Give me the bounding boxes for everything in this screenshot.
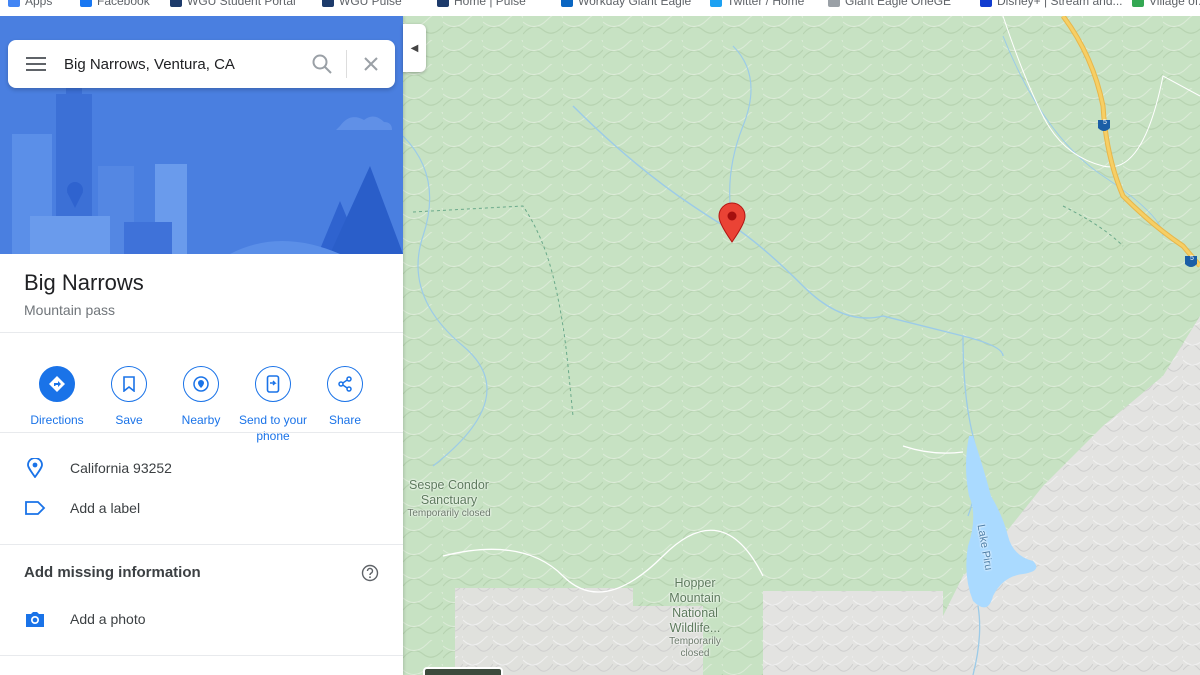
camera-icon (0, 610, 70, 628)
label-icon (0, 500, 70, 516)
bookmark-disney[interactable]: Disney+ | Stream and... (980, 0, 1123, 8)
highway-number: 5 (1190, 255, 1194, 262)
hamburger-icon (26, 57, 46, 71)
divider (0, 544, 403, 545)
map-terrain (403, 16, 1200, 675)
add-label-text: Add a label (70, 500, 141, 516)
phone-icon (255, 366, 291, 402)
share-icon (327, 366, 363, 402)
send-to-phone-button[interactable]: Send to your phone (237, 350, 309, 444)
collapse-panel-button[interactable]: ◀ (403, 24, 426, 72)
search-input[interactable]: Big Narrows, Ventura, CA (64, 56, 298, 73)
disney-icon (980, 0, 992, 7)
bookmarks-bar: Apps Facebook WGU Student Portal WGU Pul… (0, 0, 1200, 16)
help-button[interactable] (361, 564, 379, 587)
bookmark-wgu-pulse[interactable]: WGU Pulse (322, 0, 402, 8)
close-icon (364, 57, 378, 71)
place-title: Big Narrows (24, 270, 144, 295)
directions-button[interactable]: Directions (21, 350, 93, 444)
clear-search-button[interactable] (347, 40, 395, 88)
nearby-icon (183, 366, 219, 402)
bookmark-facebook[interactable]: Facebook (80, 0, 150, 8)
help-icon (361, 564, 379, 582)
globe-icon (1132, 0, 1144, 7)
wgu-icon (170, 0, 182, 7)
twitter-icon (710, 0, 722, 7)
add-photo-row[interactable]: Add a photo (0, 599, 403, 639)
bookmark-icon (111, 366, 147, 402)
bookmark-wgu-portal[interactable]: WGU Student Portal (170, 0, 296, 8)
wgu-icon (322, 0, 334, 7)
nearby-button[interactable]: Nearby (165, 350, 237, 444)
directions-icon (39, 366, 75, 402)
bookmark-village[interactable]: Village of... (1132, 0, 1200, 8)
search-icon (312, 54, 332, 74)
address-text: California 93252 (70, 460, 172, 476)
divider (0, 332, 403, 333)
menu-button[interactable] (8, 40, 64, 88)
search-button[interactable] (298, 40, 346, 88)
facebook-icon (80, 0, 92, 7)
bookmark-apps[interactable]: Apps (8, 0, 52, 8)
imagery-thumbnail[interactable] (423, 667, 503, 675)
map-label-hopper[interactable]: Hopper Mountain National Wildlife... Tem… (655, 576, 735, 660)
bookmark-twitter[interactable]: Twitter / Home (710, 0, 804, 8)
caret-left-icon: ◀ (410, 42, 419, 54)
apps-icon (8, 0, 20, 7)
add-label-row[interactable]: Add a label (0, 488, 403, 528)
page-icon (828, 0, 840, 7)
workday-icon (561, 0, 573, 7)
search-box[interactable]: Big Narrows, Ventura, CA (8, 40, 395, 88)
address-row[interactable]: California 93252 (0, 448, 403, 488)
map-label-sespe[interactable]: Sespe Condor Sanctuary Temporarily close… (403, 478, 499, 520)
highway-number: 5 (1103, 119, 1107, 126)
place-header: Big Narrows Mountain pass (24, 270, 144, 318)
map-canvas[interactable]: Sespe Condor Sanctuary Temporarily close… (403, 16, 1200, 675)
add-photo-text: Add a photo (70, 611, 146, 627)
save-button[interactable]: Save (93, 350, 165, 444)
divider (0, 655, 403, 656)
bookmark-workday[interactable]: Workday Giant Eagle (561, 0, 691, 8)
wgu-icon (437, 0, 449, 7)
place-type: Mountain pass (24, 302, 116, 318)
action-bar: Directions Save Nearby Send to your phon… (0, 350, 403, 444)
bookmark-home-pulse[interactable]: Home | Pulse (437, 0, 526, 8)
missing-info-heading: Add missing information (24, 564, 201, 581)
divider (0, 432, 403, 433)
location-pin-icon (0, 458, 70, 478)
side-panel: Big Narrows, Ventura, CA Big Narrows Mou… (0, 16, 403, 675)
bookmark-onege[interactable]: Giant Eagle OneGE (828, 0, 951, 8)
share-button[interactable]: Share (309, 350, 381, 444)
